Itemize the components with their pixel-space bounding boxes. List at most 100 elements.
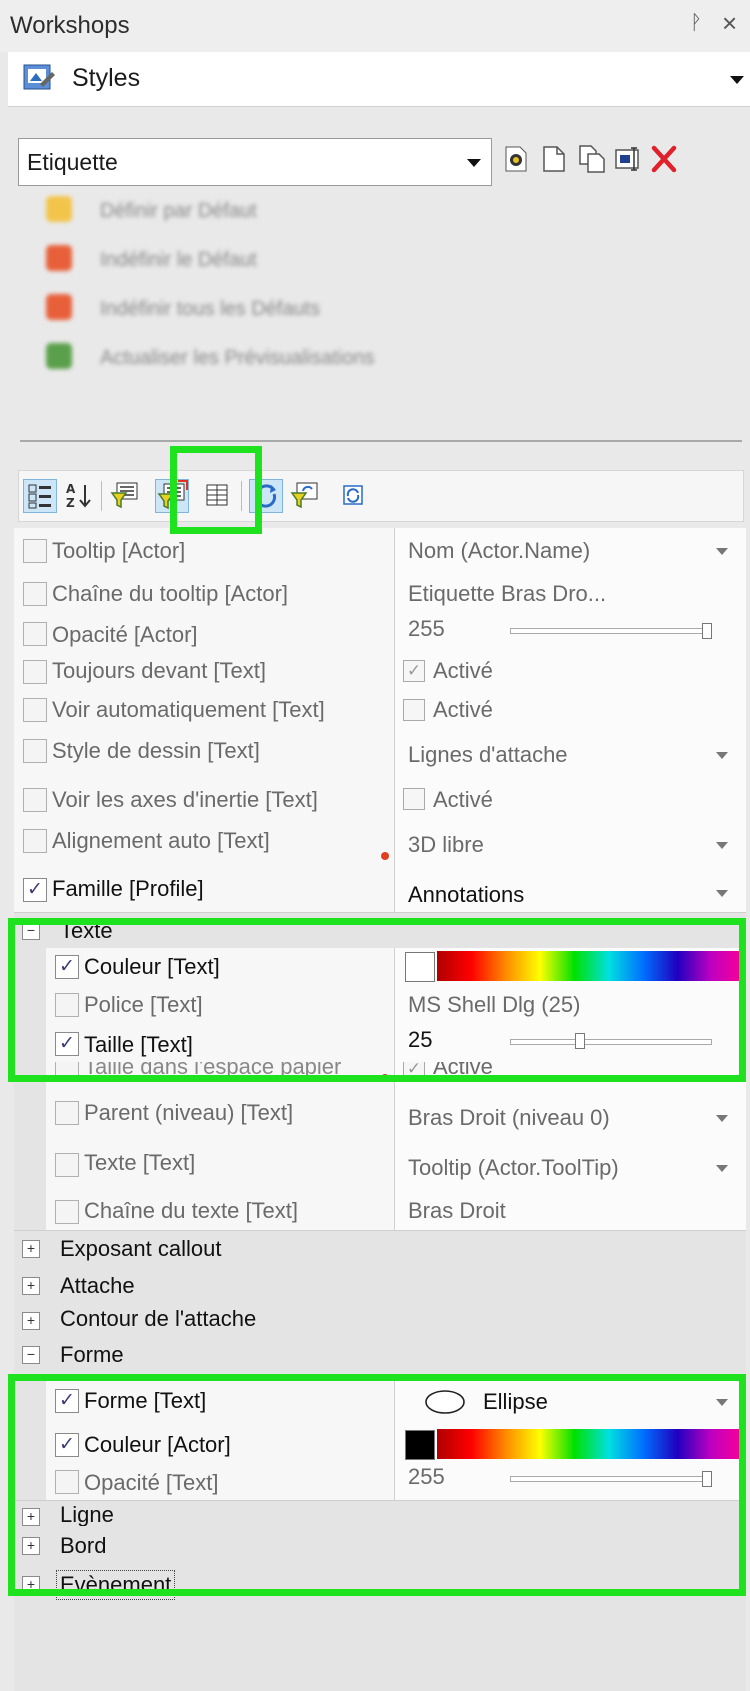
property-label: Voir automatiquement [Text]	[52, 697, 325, 722]
property-row[interactable]: Toujours devant [Text] ✓ Activé	[14, 652, 746, 691]
panel-title: Workshops	[10, 12, 130, 39]
chevron-down-icon[interactable]	[467, 159, 481, 167]
property-row[interactable]: ✓ Famille [Profile] Annotations	[14, 868, 746, 913]
filter-icon[interactable]	[109, 479, 141, 511]
action-label: Actualiser les Prévisualisations	[100, 347, 375, 369]
default-icon	[46, 196, 72, 222]
chevron-down-icon[interactable]	[716, 752, 728, 759]
property-label: Voir les axes d'inertie [Text]	[52, 787, 318, 812]
unset-default-icon	[46, 245, 72, 271]
property-value: Activé	[433, 697, 493, 722]
override-checkbox[interactable]	[23, 698, 47, 722]
property-value: Lignes d'attache	[408, 742, 568, 767]
override-checkbox[interactable]	[23, 660, 47, 684]
property-label: Famille [Profile]	[52, 876, 204, 901]
warning-dot-icon	[381, 852, 389, 860]
svg-text:Z: Z	[66, 496, 75, 510]
property-row[interactable]: Style de dessin [Text] Lignes d'attache	[14, 730, 746, 779]
override-checkbox[interactable]	[23, 539, 47, 563]
new-style-icon[interactable]	[540, 144, 568, 174]
property-label: Alignement auto [Text]	[52, 828, 270, 853]
svg-text:A: A	[66, 482, 76, 496]
property-label: Parent (niveau) [Text]	[84, 1100, 294, 1125]
category-contour-attache[interactable]: + Contour de l'attache	[14, 1304, 746, 1330]
slider-thumb[interactable]	[702, 623, 712, 639]
pin-icon[interactable]: ᚹ	[690, 12, 702, 35]
override-checkbox[interactable]	[23, 582, 47, 606]
close-icon[interactable]: ×	[722, 8, 737, 39]
expand-icon[interactable]: +	[22, 1312, 40, 1330]
value-checkbox[interactable]	[403, 788, 425, 810]
category-exposant-callout[interactable]: + Exposant callout	[14, 1230, 746, 1268]
property-value: 255	[408, 616, 445, 641]
expand-icon[interactable]: +	[22, 1277, 40, 1295]
property-value: Activé	[433, 658, 493, 683]
property-row[interactable]: Alignement auto [Text] 3D libre	[14, 820, 746, 869]
highlight-box-texte	[8, 918, 746, 1082]
override-checkbox[interactable]	[55, 1200, 79, 1224]
divider	[20, 440, 742, 442]
edit-style-icon[interactable]	[502, 144, 530, 174]
chevron-down-icon[interactable]	[716, 548, 728, 555]
property-value: Annotations	[408, 882, 525, 907]
property-label: Chaîne du texte [Text]	[84, 1198, 299, 1223]
chevron-down-icon[interactable]	[716, 1165, 728, 1172]
property-label: Style de dessin [Text]	[52, 738, 260, 763]
style-select[interactable]: Etiquette	[18, 138, 492, 186]
override-checkbox[interactable]: ✓	[23, 878, 47, 902]
action-label: Définir par Défaut	[100, 200, 257, 222]
property-row[interactable]: Tooltip [Actor] Nom (Actor.Name)	[14, 528, 746, 575]
collapse-icon[interactable]: −	[22, 1346, 40, 1364]
override-checkbox[interactable]	[55, 1153, 79, 1177]
category-forme[interactable]: − Forme	[14, 1330, 746, 1376]
action-label: Indéfinir tous les Défauts	[100, 298, 321, 320]
property-row[interactable]: Voir les axes d'inertie [Text] Activé	[14, 778, 746, 821]
property-row[interactable]: Chaîne du texte [Text] Bras Droit	[14, 1192, 746, 1231]
property-row[interactable]: Chaîne du tooltip [Actor] Etiquette Bras…	[14, 574, 746, 615]
workshop-selector[interactable]: Styles	[8, 52, 750, 107]
category-label: Exposant callout	[60, 1236, 222, 1261]
toolbar-separator	[101, 481, 102, 511]
copy-style-icon[interactable]	[578, 144, 606, 174]
property-row[interactable]: Voir automatiquement [Text] Activé	[14, 690, 746, 731]
category-label: Contour de l'attache	[60, 1306, 257, 1330]
chevron-down-icon[interactable]	[716, 1115, 728, 1122]
filter-refresh-icon[interactable]	[289, 479, 321, 511]
property-row[interactable]: Opacité [Actor] 255	[14, 614, 746, 653]
highlight-box-toolbar	[170, 446, 262, 534]
override-checkbox[interactable]	[23, 622, 47, 646]
sync-icon[interactable]	[337, 479, 369, 511]
action-label: Indéfinir le Défaut	[100, 249, 257, 271]
categorized-icon[interactable]	[23, 479, 57, 513]
expand-icon[interactable]: +	[22, 1240, 40, 1258]
rename-style-icon[interactable]	[614, 144, 642, 174]
alphabetical-icon[interactable]: A Z	[63, 479, 95, 511]
highlight-box-forme	[8, 1374, 746, 1596]
property-row[interactable]: Parent (niveau) [Text] Bras Droit (nivea…	[14, 1092, 746, 1143]
styles-workshop-icon	[23, 64, 55, 90]
category-label: Forme	[60, 1342, 124, 1367]
refresh-previews-icon	[46, 343, 72, 369]
property-value: Tooltip (Actor.ToolTip)	[408, 1155, 619, 1180]
value-checkbox[interactable]: ✓	[403, 660, 425, 682]
chevron-down-icon[interactable]	[716, 842, 728, 849]
category-attache[interactable]: + Attache	[14, 1268, 746, 1304]
property-label: Texte [Text]	[84, 1150, 196, 1175]
delete-style-icon[interactable]	[650, 144, 678, 174]
opacity-slider[interactable]	[510, 628, 712, 634]
value-checkbox[interactable]	[403, 699, 425, 721]
chevron-down-icon[interactable]	[730, 76, 744, 84]
property-value: Activé	[433, 787, 493, 812]
chevron-down-icon[interactable]	[716, 890, 728, 897]
unset-all-icon	[46, 294, 72, 320]
override-checkbox[interactable]	[55, 1101, 79, 1125]
property-toolbar: A Z	[18, 470, 744, 522]
override-checkbox[interactable]	[23, 788, 47, 812]
property-value: Bras Droit (niveau 0)	[408, 1105, 610, 1130]
property-row[interactable]: Texte [Text] Tooltip (Actor.ToolTip)	[14, 1142, 746, 1193]
property-label: Toujours devant [Text]	[52, 658, 267, 683]
override-checkbox[interactable]	[23, 739, 47, 763]
property-value: 3D libre	[408, 832, 484, 857]
property-value: Bras Droit	[408, 1198, 506, 1223]
override-checkbox[interactable]	[23, 829, 47, 853]
